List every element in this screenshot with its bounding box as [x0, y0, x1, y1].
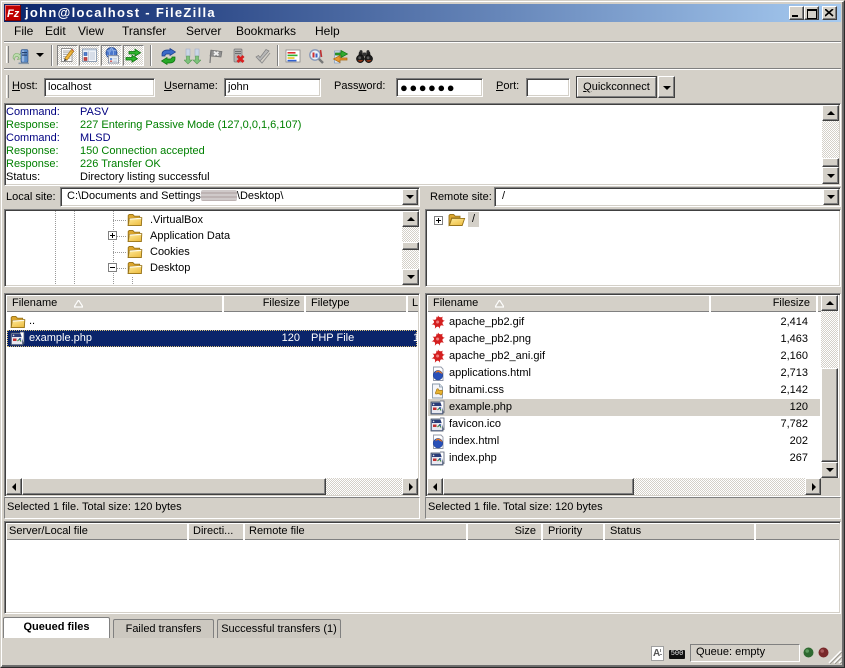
- svg-text:Fz: Fz: [7, 8, 20, 20]
